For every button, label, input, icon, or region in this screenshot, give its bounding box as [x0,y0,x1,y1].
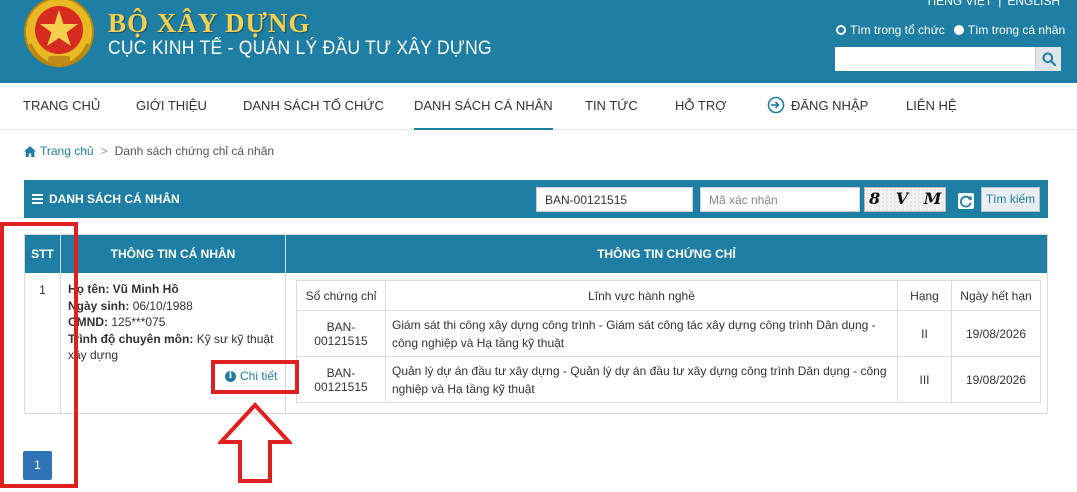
cert-col-expiry: Ngày hết hạn [951,280,1041,311]
refresh-icon[interactable] [958,193,974,209]
top-search-button[interactable] [1035,47,1061,71]
site-title: BỘ XÂY DỰNG [108,8,311,38]
breadcrumb: Trang chủ > Danh sách chứng chỉ cá nhân [24,144,274,158]
login-icon [767,96,785,114]
cert-grade: III [897,356,952,403]
toolbar-title-text: DANH SÁCH CÁ NHÂN [49,192,180,206]
cert-field: Quản lý dự án đầu tư xây dựng - Quản lý … [385,356,898,403]
search-scope-org[interactable]: Tìm trong tổ chức [836,23,945,37]
search-scope-person[interactable]: Tìm trong cá nhân [953,23,1066,37]
lang-separator: | [998,0,1002,8]
nav-login[interactable]: ĐĂNG NHẬP [767,83,868,130]
certificate-header-row: Số chứng chỉ Lĩnh vực hành nghề Hạng Ngà… [296,280,1041,311]
search-scope-person-label: Tìm trong cá nhân [967,23,1066,37]
nav-org-list[interactable]: DANH SÁCH TỔ CHỨC [243,83,384,130]
nav-login-label: ĐĂNG NHẬP [791,98,869,113]
cert-number: BAN-00121515 [296,356,386,403]
person-name: Vũ Minh Hồ [112,282,179,296]
search-icon [1042,52,1056,66]
header-cert-info: THÔNG TIN CHỨNG CHỈ [286,235,1047,273]
cert-number: BAN-00121515 [296,310,386,357]
nav-news[interactable]: TIN TỨC [585,83,638,130]
cert-expiry: 19/08/2026 [951,356,1041,403]
annotation-highlight-stt [0,222,78,488]
person-id: 125***075 [111,315,166,329]
cert-number-input[interactable] [536,187,693,212]
cert-col-field: Lĩnh vực hành nghề [385,280,898,311]
lang-vietnamese-link[interactable]: TIẾNG VIỆT [926,0,993,8]
table-row: BAN-00121515 Quản lý dự án đầu tư xây dự… [296,356,1041,403]
person-dob: 06/10/1988 [132,298,193,313]
search-button[interactable]: Tìm kiếm [981,187,1040,212]
breadcrumb-current: Danh sách chứng chỉ cá nhân [114,144,275,158]
header-person-info: THÔNG TIN CÁ NHÂN [61,235,285,273]
nav-about[interactable]: GIỚI THIỆU [136,83,207,130]
list-toolbar: DANH SÁCH CÁ NHÂN 8 V M 8 Tìm kiếm [24,180,1048,218]
site-subtitle: CỤC KINH TẾ - QUẢN LÝ ĐẦU TƯ XÂY DỰNG [108,38,492,59]
breadcrumb-home[interactable]: Trang chủ [24,144,94,158]
table-row: BAN-00121515 Giám sát thi công xây dựng … [296,310,1041,357]
breadcrumb-home-label: Trang chủ [40,144,94,158]
cert-col-grade: Hạng [897,280,952,311]
nav-home[interactable]: TRANG CHỦ [23,83,100,130]
captcha-text: 8 V M 8 [869,189,946,208]
home-icon [24,145,36,157]
captcha-input[interactable] [700,187,860,212]
level-label: Trình độ chuyên môn: [68,331,194,346]
toolbar-title: DANH SÁCH CÁ NHÂN [32,180,180,218]
top-search-input[interactable] [835,47,1035,71]
cert-grade: II [897,310,952,357]
search-scope-options: Tìm trong tổ chức Tìm trong cá nhân [836,23,1074,37]
site-header: BỘ XÂY DỰNG CỤC KINH TẾ - QUẢN LÝ ĐẦU TƯ… [0,0,1077,83]
cert-col-number: Số chứng chỉ [296,280,386,311]
lang-english-link[interactable]: ENGLISH [1007,0,1060,8]
certificate-table: Số chứng chỉ Lĩnh vực hành nghề Hạng Ngà… [296,280,1041,403]
captcha-image: 8 V M 8 [864,187,946,212]
person-info: Họ tên: Vũ Minh Hồ Ngày sinh: 06/10/1988… [68,281,278,364]
national-emblem-icon[interactable] [22,0,96,74]
radio-org[interactable] [836,25,846,35]
annotation-highlight-detail [211,360,299,394]
menu-icon [32,192,43,206]
results-table: STT THÔNG TIN CÁ NHÂN THÔNG TIN CHỨNG CH… [24,234,1048,414]
nav-support[interactable]: HỖ TRỢ [675,83,726,130]
cert-expiry: 19/08/2026 [951,310,1041,357]
radio-person[interactable] [953,25,964,35]
cert-field: Giám sát thi công xây dựng công trình - … [385,310,898,357]
up-arrow-icon [218,402,292,483]
main-nav: TRANG CHỦ GIỚI THIỆU DANH SÁCH TỔ CHỨC D… [0,83,1077,130]
nav-person-list[interactable]: DANH SÁCH CÁ NHÂN [414,83,553,130]
search-scope-org-label: Tìm trong tổ chức [850,23,945,37]
breadcrumb-separator: > [100,144,108,158]
language-switch: TIẾNG VIỆT | ENGLISH [923,0,1064,8]
nav-contact[interactable]: LIÊN HỆ [906,83,957,130]
